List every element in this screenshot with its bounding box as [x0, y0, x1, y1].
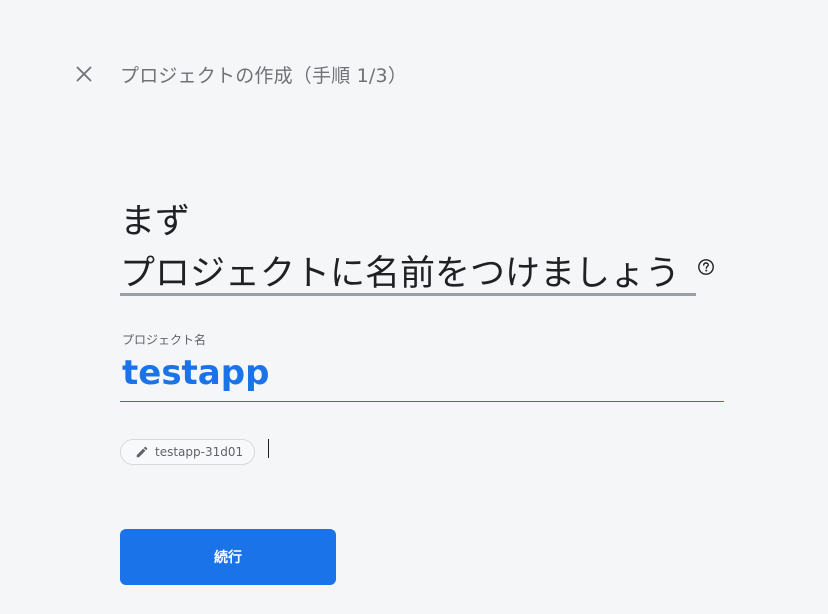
heading-underlined-term: プロジェクト [120, 254, 331, 294]
continue-button[interactable]: 続行 [120, 529, 336, 585]
pencil-icon [136, 446, 148, 458]
close-button[interactable] [72, 62, 96, 86]
heading-line-1: まず [120, 202, 191, 242]
help-button[interactable] [697, 258, 715, 276]
heading-rest: に名前をつけましょう [330, 254, 681, 294]
close-icon [76, 66, 92, 82]
project-name-label: プロジェクト名 [122, 333, 207, 347]
heading-underline [120, 293, 696, 296]
wizard-step-title: プロジェクトの作成（手順 1/3） [120, 65, 408, 87]
project-id-chip[interactable]: testapp-31d01 [120, 439, 256, 465]
heading-line-2: プロジェクトに名前をつけましょう [120, 252, 680, 296]
top-bar: プロジェクトの作成（手順 1/3） [0, 0, 828, 120]
project-id-text: testapp-31d01 [155, 445, 244, 459]
project-name-input[interactable] [120, 350, 726, 396]
project-name-input-underline [120, 401, 724, 402]
text-cursor [268, 439, 269, 458]
help-circle-icon [698, 259, 714, 275]
